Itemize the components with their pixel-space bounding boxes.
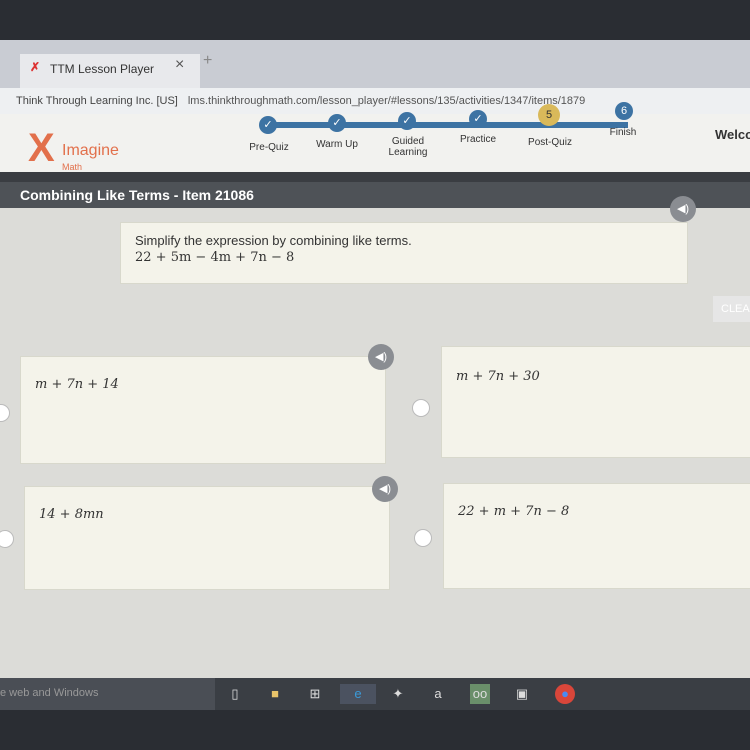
radio-option-d[interactable] — [414, 529, 432, 547]
logo-subtext: Math — [62, 162, 83, 172]
amazon-icon[interactable]: a — [428, 684, 448, 704]
speaker-icon[interactable]: ◀) — [670, 196, 696, 222]
speaker-icon[interactable]: ◀) — [368, 344, 394, 370]
answer-option-d[interactable]: 22 + m + 7n − 8 — [443, 483, 750, 589]
address-bar[interactable]: Think Through Learning Inc. [US] lms.thin… — [0, 88, 750, 114]
step-marker: ✓ — [469, 110, 487, 128]
logo-text: Imagine — [62, 142, 119, 159]
url-text: lms.thinkthroughmath.com/lesson_player/#… — [187, 95, 586, 107]
clear-button[interactable]: CLEA — [713, 296, 750, 322]
speaker-icon[interactable]: ◀) — [372, 476, 398, 502]
step-marker-current: 5 — [538, 104, 560, 126]
task-view-icon[interactable]: ▯ — [225, 684, 245, 704]
site-identity: Think Through Learning Inc. [US] — [16, 95, 178, 107]
logo-figure-icon: X — [28, 126, 55, 170]
answer-option-c[interactable]: 14 + 8mn — [24, 486, 390, 590]
store-icon[interactable]: ⊞ — [305, 684, 325, 704]
answer-text: 22 + m + 7n − 8 — [458, 504, 570, 519]
step-label: Finish — [609, 127, 637, 138]
new-tab-button[interactable]: + — [203, 52, 212, 70]
radio-option-b[interactable] — [412, 399, 430, 417]
taskbar-search[interactable]: e web and Windows — [0, 678, 215, 710]
tab-title: TTM Lesson Player — [50, 62, 155, 76]
question-expression: 22 + 5m − 4m + 7n − 8 — [135, 250, 295, 265]
step-label: Pre-Quiz — [249, 142, 289, 153]
step-marker: 6 — [615, 102, 633, 120]
step-label: Practice — [459, 134, 497, 145]
answer-option-b[interactable]: m + 7n + 30 — [441, 346, 750, 458]
answer-text: m + 7n + 14 — [35, 377, 119, 392]
step-label: Post-Quiz — [528, 137, 572, 148]
step-marker: ✓ — [328, 114, 346, 132]
close-tab-icon[interactable]: × — [175, 56, 184, 74]
question-card: Simplify the expression by combining lik… — [120, 222, 688, 284]
answer-text: m + 7n + 30 — [456, 369, 540, 384]
progress-track — [268, 122, 628, 128]
photos-app-icon[interactable]: ▣ — [512, 684, 532, 704]
welcome-text: Welco — [715, 127, 750, 142]
item-title: Combining Like Terms - Item 21086 — [0, 172, 750, 208]
question-prompt: Simplify the expression by combining lik… — [135, 233, 412, 248]
answer-option-a[interactable]: m + 7n + 14 — [20, 356, 386, 464]
step-marker: ✓ — [398, 112, 416, 130]
dropbox-icon[interactable]: ✦ — [388, 684, 408, 704]
chrome-icon[interactable]: ● — [555, 684, 575, 704]
tab-favicon-icon: ✗ — [30, 60, 41, 74]
edge-icon[interactable]: e — [340, 684, 376, 704]
step-label: Guided Learning — [388, 136, 428, 158]
file-explorer-icon[interactable]: ■ — [265, 684, 285, 704]
browser-tab[interactable]: ✗ TTM Lesson Player — [20, 54, 200, 88]
answer-text: 14 + 8mn — [39, 507, 104, 522]
tripadvisor-icon[interactable]: oo — [470, 684, 490, 704]
step-label: Warm Up — [316, 139, 358, 150]
step-marker: ✓ — [259, 116, 277, 134]
